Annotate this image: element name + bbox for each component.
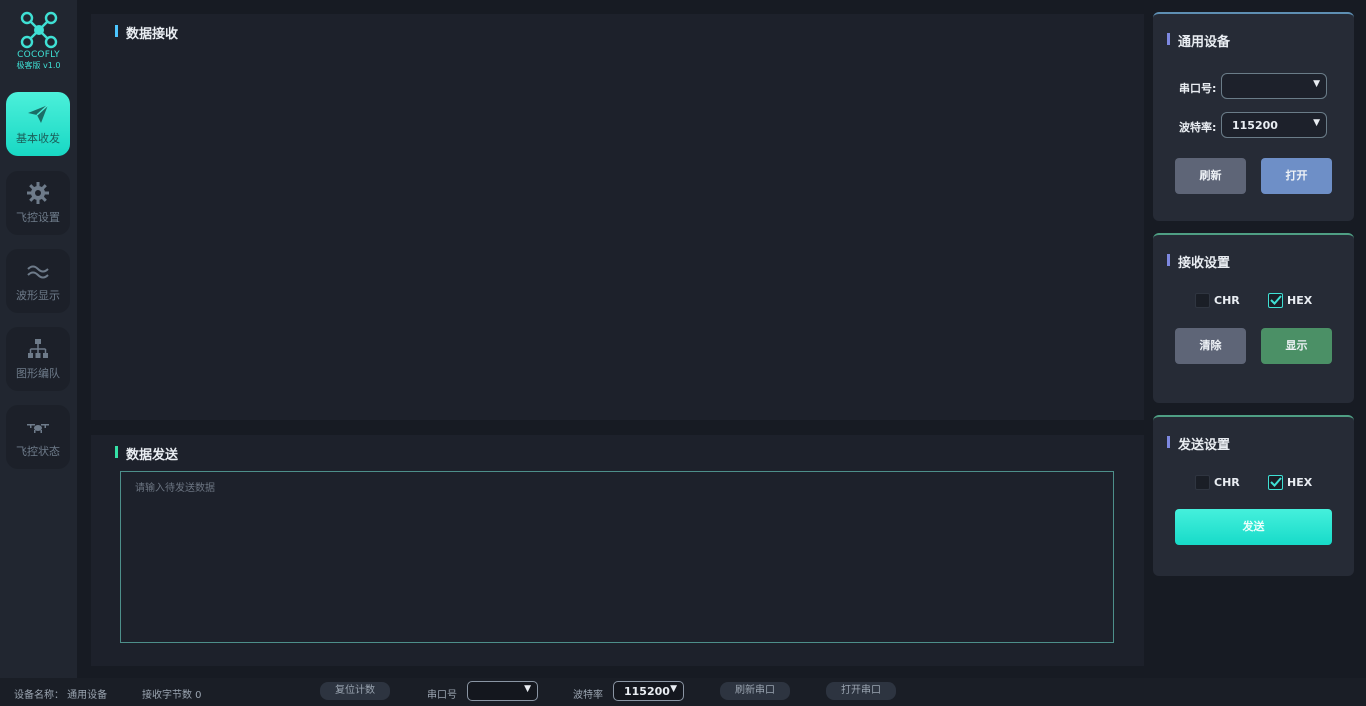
app-version: 极客版 v1.0: [16, 61, 61, 70]
receive-panel: 数据接收: [91, 14, 1144, 420]
send-hex-checkbox[interactable]: [1268, 475, 1283, 490]
sidebar-item-label: 图形编队: [16, 367, 60, 380]
open-port-button[interactable]: 打开串口: [826, 682, 896, 700]
wave-icon: [27, 265, 49, 279]
sidebar-item-label: 波形显示: [16, 289, 60, 302]
status-baud-label: 波特率: [573, 690, 603, 701]
send-button[interactable]: 发送: [1175, 509, 1332, 545]
sidebar-item-formation[interactable]: 图形编队: [6, 327, 70, 391]
receive-hex-checkbox[interactable]: [1268, 293, 1283, 308]
sidebar-item-basic-io[interactable]: 基本收发: [6, 92, 70, 156]
port-label: 串口号:: [1179, 82, 1217, 95]
receive-settings-title: 接收设置: [1167, 252, 1230, 271]
status-bar: 设备名称： 通用设备 接收字节数 0 复位计数 串口号 ▼ 波特率 115200…: [0, 678, 1366, 706]
send-chr-label: CHR: [1214, 476, 1240, 489]
sidebar-item-flight-settings[interactable]: 飞控设置: [6, 171, 70, 235]
send-settings-panel: 发送设置 CHR HEX 发送: [1153, 415, 1354, 576]
send-icon: [28, 104, 49, 123]
send-data-input[interactable]: 请输入待发送数据: [120, 471, 1114, 643]
receive-panel-title: 数据接收: [115, 23, 178, 42]
sidebar-item-waveform[interactable]: 波形显示: [6, 249, 70, 313]
refresh-button[interactable]: 刷新: [1175, 158, 1246, 194]
chevron-down-icon: ▼: [524, 684, 531, 694]
send-chr-checkbox[interactable]: [1195, 475, 1210, 490]
check-icon: [1270, 295, 1282, 305]
chevron-down-icon: ▼: [670, 684, 677, 694]
port-select[interactable]: ▼: [1221, 73, 1327, 99]
brand-name: COCOFLY: [17, 50, 60, 60]
drone-logo-icon: [20, 11, 57, 49]
device-panel: 通用设备 串口号: ▼ 波特率: 115200 ▼ 刷新 打开: [1153, 12, 1354, 221]
status-port-select[interactable]: ▼: [467, 681, 538, 701]
status-baud-value: 115200: [624, 685, 670, 698]
status-baud-select[interactable]: 115200 ▼: [613, 681, 684, 701]
app-logo: COCOFLY 极客版 v1.0: [0, 10, 77, 71]
open-button[interactable]: 打开: [1261, 158, 1332, 194]
send-input-placeholder: 请输入待发送数据: [135, 483, 215, 494]
baud-select-value: 115200: [1232, 119, 1278, 132]
hierarchy-icon: [28, 339, 48, 358]
drone-icon: [27, 424, 49, 433]
baud-label: 波特率:: [1179, 121, 1217, 134]
send-hex-label: HEX: [1287, 476, 1313, 489]
device-panel-title: 通用设备: [1167, 31, 1230, 50]
chevron-down-icon: ▼: [1313, 79, 1320, 89]
status-port-label: 串口号: [427, 690, 457, 701]
refresh-port-button[interactable]: 刷新串口: [720, 682, 790, 700]
reset-count-button[interactable]: 复位计数: [320, 682, 390, 700]
sidebar-item-label: 飞控状态: [16, 445, 60, 458]
send-panel-title: 数据发送: [115, 444, 178, 463]
show-button[interactable]: 显示: [1261, 328, 1332, 364]
chevron-down-icon: ▼: [1313, 118, 1320, 128]
sidebar-item-flight-status[interactable]: 飞控状态: [6, 405, 70, 469]
sidebar-item-label: 飞控设置: [16, 211, 60, 224]
sidebar: COCOFLY 极客版 v1.0 基本收发 飞控设置 波形显示 图形编队 飞控状…: [0, 0, 77, 678]
receive-chr-checkbox[interactable]: [1195, 293, 1210, 308]
check-icon: [1270, 477, 1282, 487]
receive-hex-label: HEX: [1287, 294, 1313, 307]
clear-button[interactable]: 清除: [1175, 328, 1246, 364]
gear-icon: [27, 182, 49, 204]
receive-settings-panel: 接收设置 CHR HEX 清除 显示: [1153, 233, 1354, 403]
receive-output[interactable]: [111, 54, 1124, 410]
rx-bytes-text: 接收字节数 0: [142, 690, 202, 701]
baud-select[interactable]: 115200 ▼: [1221, 112, 1327, 138]
device-name-text: 设备名称： 通用设备: [14, 690, 108, 701]
send-settings-title: 发送设置: [1167, 434, 1230, 453]
sidebar-item-label: 基本收发: [16, 132, 60, 145]
receive-chr-label: CHR: [1214, 294, 1240, 307]
